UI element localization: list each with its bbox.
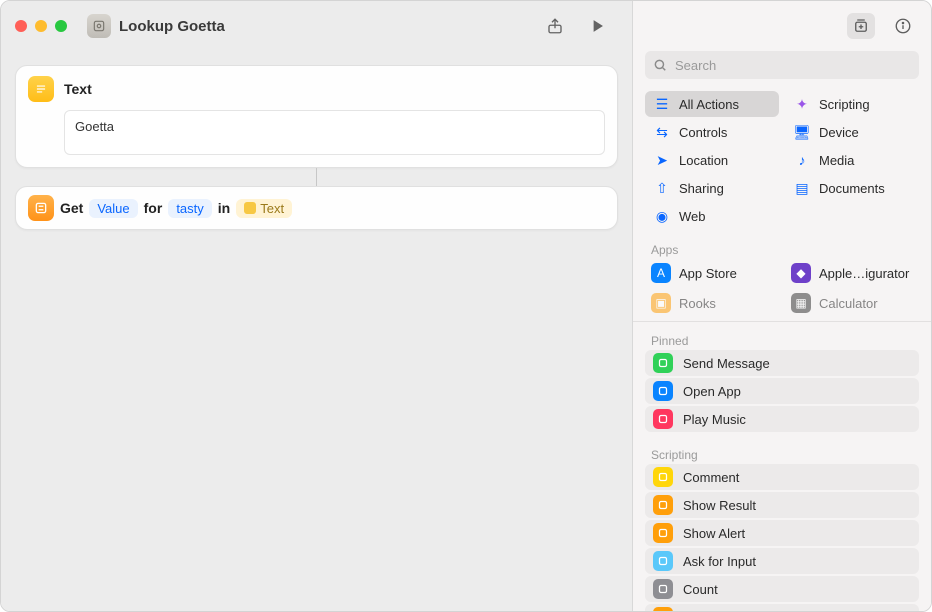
category-device[interactable]: 🖥Device [785, 119, 919, 145]
scripting-item-show-alert[interactable]: Show Alert [645, 520, 919, 546]
scripting-item-show-result[interactable]: Show Result [645, 492, 919, 518]
text-input-field[interactable]: Goetta [64, 110, 605, 155]
action-icon [653, 467, 673, 487]
scripting-item-count[interactable]: Count [645, 576, 919, 602]
list-icon: ☰ [653, 95, 671, 113]
editor-pane: Lookup Goetta Text Goetta [1, 1, 633, 611]
shortcut-title: Lookup Goetta [119, 18, 225, 35]
action-icon [653, 381, 673, 401]
app-calculator[interactable]: ▦Calculator [785, 289, 919, 317]
action-icon [653, 579, 673, 599]
action-icon [653, 523, 673, 543]
library-pane: ☰All Actions ✦Scripting ⇆Controls 🖥Devic… [633, 1, 931, 611]
pinned-item-open-app[interactable]: Open App [645, 378, 919, 404]
actions-list-pane: Pinned Send Message Open App Play Music Sc… [633, 321, 931, 611]
action-label: Send Message [683, 356, 770, 371]
action-label: Choose from Menu [683, 610, 794, 612]
dictionary-action-icon [28, 195, 54, 221]
action-icon [653, 551, 673, 571]
category-controls[interactable]: ⇆Controls [645, 119, 779, 145]
category-sharing[interactable]: ⇧Sharing [645, 175, 779, 201]
fullscreen-window-button[interactable] [55, 20, 67, 32]
category-grid: ☰All Actions ✦Scripting ⇆Controls 🖥Devic… [633, 87, 931, 237]
action-icon [653, 409, 673, 429]
connector-line [316, 168, 317, 186]
scripting-list: Comment Show Result Show Alert Ask for Inpu… [633, 464, 931, 611]
web-icon: ◉ [653, 207, 671, 225]
app-apple-configurator[interactable]: ◆Apple…igurator [785, 259, 919, 287]
action-icon [653, 495, 673, 515]
category-scripting[interactable]: ✦Scripting [785, 91, 919, 117]
scripting-item-ask-for-input[interactable]: Ask for Input [645, 548, 919, 574]
library-titlebar [633, 1, 931, 51]
category-all-actions[interactable]: ☰All Actions [645, 91, 779, 117]
action-label: Comment [683, 470, 739, 485]
close-window-button[interactable] [15, 20, 27, 32]
search-input[interactable] [645, 51, 919, 79]
category-documents[interactable]: ▤Documents [785, 175, 919, 201]
apps-grid: AApp Store ◆Apple…igurator ▣Rooks ▦Calcu… [633, 259, 931, 321]
value-token[interactable]: Value [89, 199, 137, 218]
location-icon: ➤ [653, 151, 671, 169]
category-location[interactable]: ➤Location [645, 147, 779, 173]
sharing-icon: ⇧ [653, 179, 671, 197]
shortcut-icon [87, 14, 111, 38]
pinned-list: Send Message Open App Play Music [633, 350, 931, 432]
action-for: for [144, 200, 163, 216]
scripting-item-choose-from-menu[interactable]: Choose from Menu [645, 604, 919, 611]
category-media[interactable]: ♪Media [785, 147, 919, 173]
action-text[interactable]: Text Goetta [15, 65, 618, 168]
action-get-dictionary-value[interactable]: Get Value for tasty in Text [15, 186, 618, 230]
action-label: Show Result [683, 498, 756, 513]
library-toggle-button[interactable] [847, 13, 875, 39]
run-button[interactable] [586, 15, 608, 37]
category-web[interactable]: ◉Web [645, 203, 779, 229]
action-label: Play Music [683, 412, 746, 427]
documents-icon: ▤ [793, 179, 811, 197]
pinned-item-send-message[interactable]: Send Message [645, 350, 919, 376]
calculator-icon: ▦ [791, 293, 811, 313]
action-label: Ask for Input [683, 554, 756, 569]
controls-icon: ⇆ [653, 123, 671, 141]
scripting-label: Scripting [633, 442, 931, 464]
books-icon: ▣ [651, 293, 671, 313]
app-store-icon: A [651, 263, 671, 283]
pinned-label: Pinned [633, 328, 931, 350]
action-icon [653, 353, 673, 373]
text-icon [244, 202, 256, 214]
workflow-canvas[interactable]: Text Goetta Get Value for tasty in Text [1, 51, 632, 611]
action-prefix: Get [60, 200, 83, 216]
action-label: Open App [683, 384, 741, 399]
key-token[interactable]: tasty [168, 199, 211, 218]
app-app-store[interactable]: AApp Store [645, 259, 779, 287]
action-title: Text [64, 81, 92, 97]
window-controls [15, 20, 67, 32]
source-token[interactable]: Text [236, 199, 292, 218]
pinned-item-play-music[interactable]: Play Music [645, 406, 919, 432]
text-action-icon [28, 76, 54, 102]
minimize-window-button[interactable] [35, 20, 47, 32]
action-in: in [218, 200, 230, 216]
share-button[interactable] [544, 15, 566, 37]
app-books[interactable]: ▣Rooks [645, 289, 779, 317]
action-label: Show Alert [683, 526, 745, 541]
action-icon [653, 607, 673, 611]
info-button[interactable] [889, 13, 917, 39]
device-icon: 🖥 [793, 123, 811, 141]
app-window: Lookup Goetta Text Goetta [0, 0, 932, 612]
media-icon: ♪ [793, 151, 811, 169]
action-label: Count [683, 582, 718, 597]
titlebar: Lookup Goetta [1, 1, 632, 51]
apps-label: Apps [633, 237, 931, 259]
wand-icon: ✦ [793, 95, 811, 113]
configurator-icon: ◆ [791, 263, 811, 283]
scripting-item-comment[interactable]: Comment [645, 464, 919, 490]
